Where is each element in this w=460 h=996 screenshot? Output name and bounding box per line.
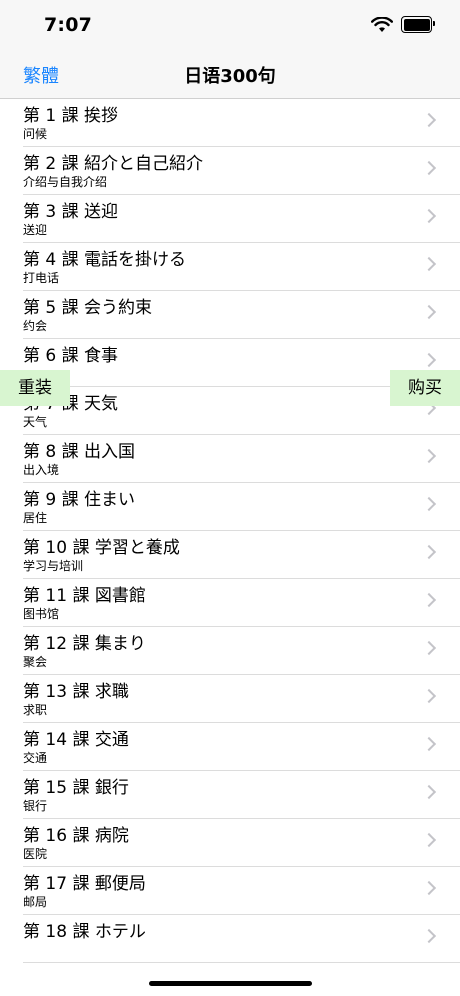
lesson-title: 第 8 課 出入国	[23, 442, 136, 462]
chevron-right-icon	[421, 928, 437, 944]
chevron-right-icon	[421, 112, 437, 128]
lesson-subtitle: 求职	[23, 703, 48, 717]
status-time: 7:07	[44, 14, 93, 36]
chevron-right-icon	[421, 208, 437, 224]
chevron-right-icon	[421, 736, 437, 752]
list-item[interactable]: 第 5 課 会う約束 约会	[0, 291, 460, 339]
chevron-right-icon	[421, 496, 437, 512]
lesson-subtitle: 问候	[23, 127, 48, 141]
navigation-bar: 繁體 日语300句	[0, 50, 460, 99]
lesson-subtitle: 学习与培训	[23, 559, 84, 573]
list-item[interactable]: 第 14 課 交通 交通	[0, 723, 460, 771]
lesson-title: 第 1 課 挨拶	[23, 106, 119, 126]
lesson-subtitle: 交通	[23, 751, 48, 765]
list-item[interactable]: 第 1 課 挨拶 问候	[0, 99, 460, 147]
lesson-subtitle: 聚会	[23, 655, 48, 669]
chevron-right-icon	[421, 688, 437, 704]
list-item[interactable]: 第 8 課 出入国 出入境	[0, 435, 460, 483]
list-item[interactable]: 第 16 課 病院 医院	[0, 819, 460, 867]
list-item[interactable]: 第 13 課 求職 求职	[0, 675, 460, 723]
lesson-title: 第 15 課 銀行	[23, 778, 129, 798]
page-title: 日语300句	[184, 66, 276, 87]
lesson-title: 第 5 課 会う約束	[23, 298, 153, 318]
battery-icon	[401, 16, 435, 33]
status-icons	[371, 16, 435, 33]
list-item[interactable]: 第 10 課 学習と養成 学习与培训	[0, 531, 460, 579]
list-item[interactable]: 第 11 課 図書館 图书馆	[0, 579, 460, 627]
lesson-title: 第 14 課 交通	[23, 730, 129, 750]
chevron-right-icon	[421, 160, 437, 176]
chevron-right-icon	[421, 448, 437, 464]
lesson-subtitle: 图书馆	[23, 607, 60, 621]
lesson-subtitle: 邮局	[23, 895, 48, 909]
lesson-subtitle: 介绍与自我介绍	[23, 175, 108, 189]
home-indicator	[149, 981, 312, 986]
status-bar: 7:07	[0, 0, 460, 50]
lesson-subtitle: 送迎	[23, 223, 48, 237]
chevron-right-icon	[421, 592, 437, 608]
chevron-right-icon	[421, 304, 437, 320]
list-item[interactable]: 第 4 課 電話を掛ける 打电话	[0, 243, 460, 291]
chevron-right-icon	[421, 880, 437, 896]
list-item[interactable]: 第 15 課 銀行 银行	[0, 771, 460, 819]
list-item[interactable]: 第 9 課 住まい 居住	[0, 483, 460, 531]
lesson-subtitle: 医院	[23, 847, 48, 861]
chevron-right-icon	[421, 640, 437, 656]
wifi-icon	[371, 16, 393, 32]
chevron-right-icon	[421, 784, 437, 800]
list-item[interactable]: 第 18 課 ホテル	[0, 915, 460, 963]
lesson-title: 第 11 課 図書館	[23, 586, 146, 606]
lesson-title: 第 9 課 住まい	[23, 490, 136, 510]
chevron-right-icon	[421, 832, 437, 848]
list-item[interactable]: 第 3 課 送迎 送迎	[0, 195, 460, 243]
lesson-subtitle: 打电话	[23, 271, 60, 285]
lesson-title: 第 10 課 学習と養成	[23, 538, 180, 558]
lesson-title: 第 18 課 ホテル	[23, 922, 146, 942]
lesson-subtitle: 出入境	[23, 463, 60, 477]
chevron-right-icon	[421, 352, 437, 368]
chevron-right-icon	[421, 256, 437, 272]
lesson-title: 第 6 課 食事	[23, 346, 119, 366]
list-item[interactable]: 第 2 課 紹介と自己紹介 介绍与自我介绍	[0, 147, 460, 195]
lesson-title: 第 13 課 求職	[23, 682, 129, 702]
lesson-list: 第 1 課 挨拶 问候第 2 課 紹介と自己紹介 介绍与自我介绍第 3 課 送迎 送迎…	[0, 99, 460, 963]
lesson-title: 第 3 課 送迎	[23, 202, 119, 222]
reinstall-button[interactable]: 重装	[0, 370, 70, 406]
lesson-subtitle: 约会	[23, 319, 48, 333]
lesson-title: 第 17 課 郵便局	[23, 874, 146, 894]
chevron-right-icon	[421, 544, 437, 560]
lesson-subtitle: 天气	[23, 415, 48, 429]
lesson-title: 第 2 課 紹介と自己紹介	[23, 154, 204, 174]
lesson-title: 第 4 課 電話を掛ける	[23, 250, 187, 270]
lesson-title: 第 12 課 集まり	[23, 634, 146, 654]
lesson-subtitle: 居住	[23, 511, 48, 525]
list-item[interactable]: 第 12 課 集まり 聚会	[0, 627, 460, 675]
lesson-title: 第 16 課 病院	[23, 826, 129, 846]
list-item[interactable]: 第 17 課 郵便局 邮局	[0, 867, 460, 915]
purchase-button[interactable]: 购买	[390, 370, 460, 406]
lesson-subtitle: 银行	[23, 799, 48, 813]
